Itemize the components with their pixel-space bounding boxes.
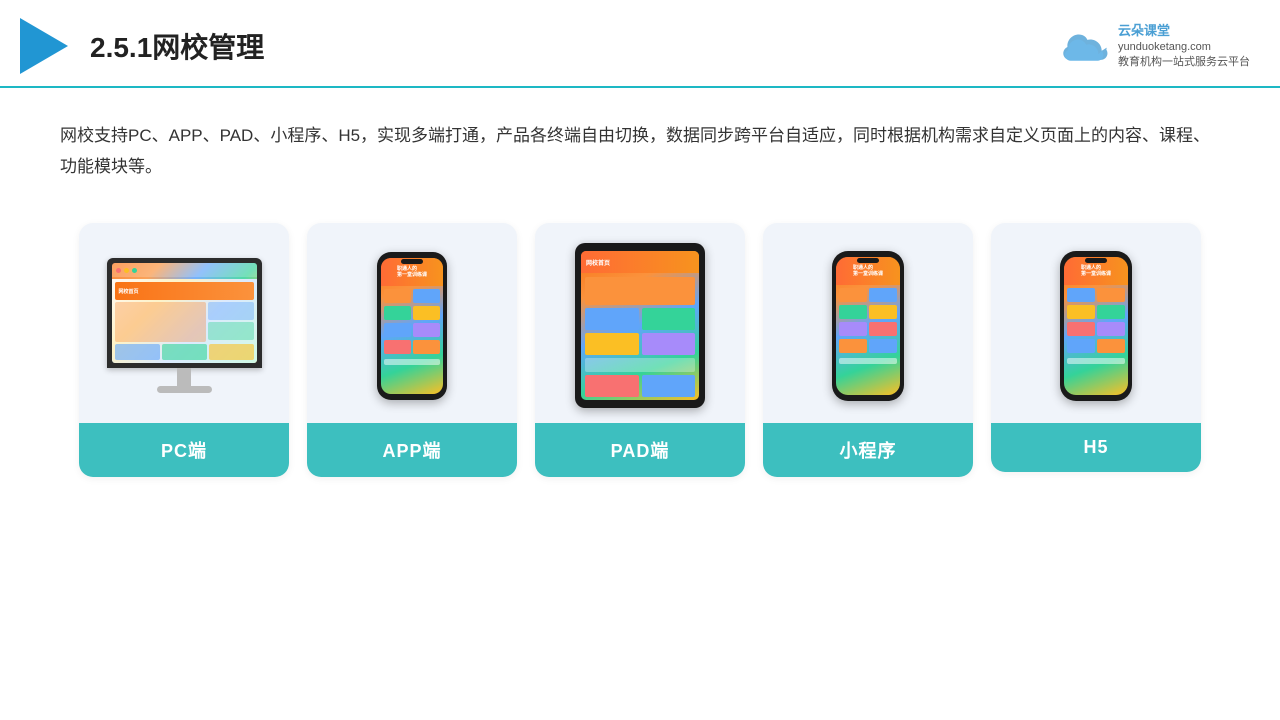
card-pc-image: 网校首页 bbox=[79, 223, 289, 423]
cloud-icon bbox=[1062, 28, 1112, 64]
phone-notch-mini bbox=[857, 258, 879, 263]
card-h5-image: 职通人的第一堂训练课 bbox=[991, 223, 1201, 423]
card-app: 职通人的第一堂训练课 bbox=[307, 223, 517, 477]
header-left: 2.5.1网校管理 bbox=[20, 18, 264, 74]
card-pc-label: PC端 bbox=[79, 423, 289, 477]
logo-triangle-icon bbox=[20, 18, 68, 74]
brand-logo: 云朵课堂 yunduoketang.com 教育机构一站式服务云平台 bbox=[1062, 22, 1250, 71]
phone-mockup-mini: 职通人的第一堂训练课 bbox=[832, 251, 904, 401]
description-text: 网校支持PC、APP、PAD、小程序、H5，实现多端打通，产品各终端自由切换，数… bbox=[60, 120, 1220, 183]
card-pad-label: PAD端 bbox=[535, 423, 745, 477]
card-h5-label: H5 bbox=[991, 423, 1201, 472]
pc-monitor-mockup: 网校首页 bbox=[107, 258, 262, 393]
card-miniprogram-label: 小程序 bbox=[763, 423, 973, 477]
main-content: 网校支持PC、APP、PAD、小程序、H5，实现多端打通，产品各终端自由切换，数… bbox=[0, 88, 1280, 497]
card-pc: 网校首页 bbox=[79, 223, 289, 477]
phone-notch-h5 bbox=[1085, 258, 1107, 263]
card-app-label: APP端 bbox=[307, 423, 517, 477]
card-app-image: 职通人的第一堂训练课 bbox=[307, 223, 517, 423]
tablet-mockup-pad: 网校首页 bbox=[575, 243, 705, 408]
card-pad-image: 网校首页 bbox=[535, 223, 745, 423]
card-miniprogram: 职通人的第一堂训练课 bbox=[763, 223, 973, 477]
phone-notch bbox=[401, 259, 423, 264]
brand-text: 云朵课堂 yunduoketang.com 教育机构一站式服务云平台 bbox=[1118, 22, 1250, 71]
phone-mockup-app: 职通人的第一堂训练课 bbox=[377, 252, 447, 400]
card-h5: 职通人的第一堂训练课 bbox=[991, 223, 1201, 472]
card-miniprogram-image: 职通人的第一堂训练课 bbox=[763, 223, 973, 423]
phone-mockup-h5: 职通人的第一堂训练课 bbox=[1060, 251, 1132, 401]
card-pad: 网校首页 PAD bbox=[535, 223, 745, 477]
page-title: 2.5.1网校管理 bbox=[90, 26, 264, 66]
device-cards-row: 网校首页 bbox=[60, 223, 1220, 477]
page-header: 2.5.1网校管理 云朵课堂 yunduoketang.com 教育机构一站式服… bbox=[0, 0, 1280, 88]
